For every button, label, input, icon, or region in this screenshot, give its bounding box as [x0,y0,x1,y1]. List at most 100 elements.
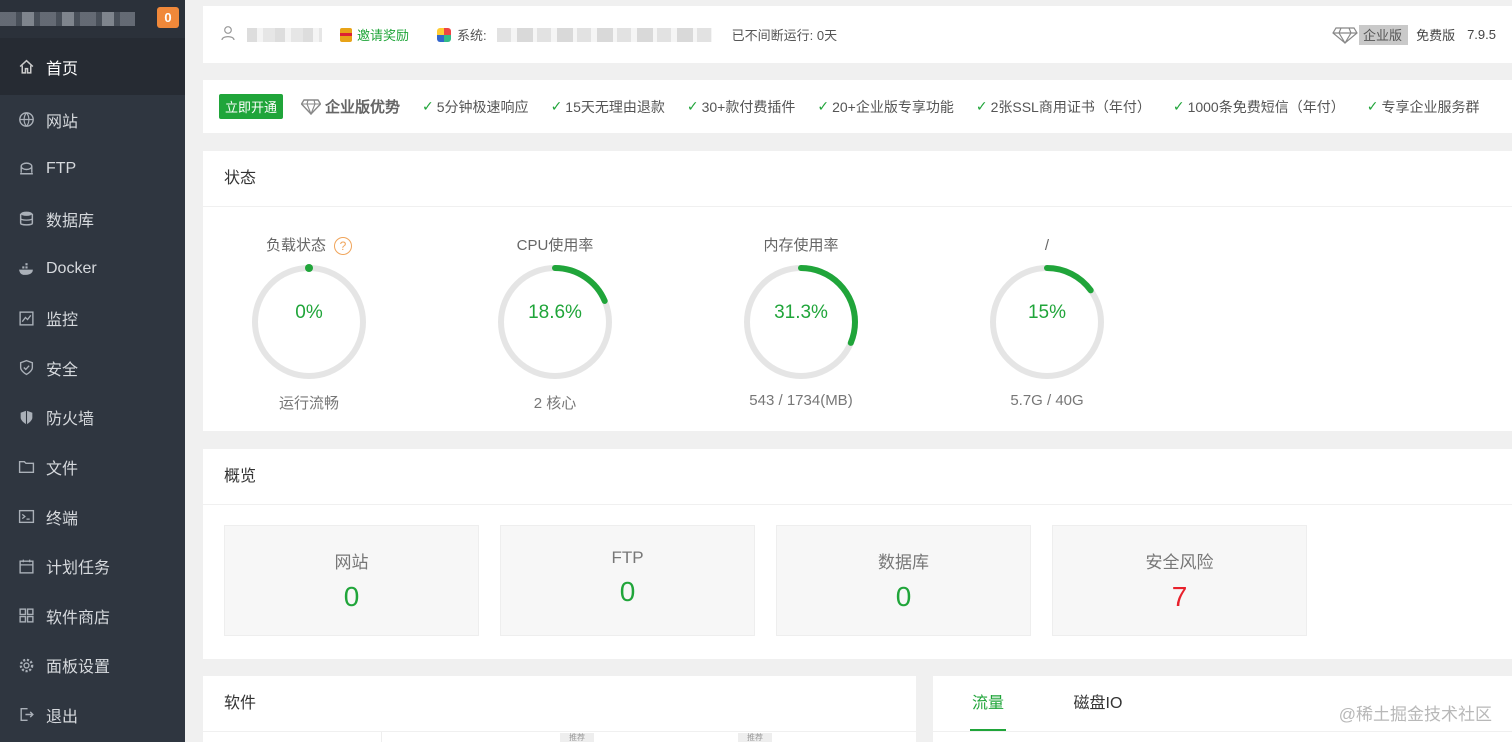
overview-title: 概览 [203,449,1512,505]
home-icon [18,58,35,75]
sidebar-item-files[interactable]: 文件 [0,442,185,492]
check-icon: ✓ [686,98,699,114]
uptime-text: 已不间断运行: 0天 [731,28,838,43]
check-icon: ✓ [422,98,434,114]
sidebar-item-ftp[interactable]: FTP [0,145,185,195]
shield-check-icon [18,359,35,376]
enterprise-badge[interactable]: 企业版 [1331,24,1409,45]
memory-gauge[interactable]: 内存使用率 31.3% 543 / 1734(MB) [736,207,866,409]
feature-label: 专享企业服务群 [1381,98,1480,115]
status-title: 状态 [203,151,1512,207]
sidebar-item-label: 数据库 [46,212,95,230]
free-edition-label: 免费版 [1416,28,1456,43]
feature-item: ✓ 30+款付费插件 [687,97,795,117]
gauge-title: CPU使用率 [516,237,594,254]
system-name-redacted [496,27,712,42]
feature-item: ✓ 2张SSL商用证书（年付） [976,97,1151,117]
feature-item: ✓ 5分钟极速响应 [422,97,529,117]
tab-disk-io[interactable]: 磁盘IO [1043,676,1153,731]
card-value: 0 [619,576,636,607]
sidebar-item-firewall[interactable]: 防火墙 [0,393,185,443]
feature-label: 1000条免费短信（年付） [1187,98,1345,115]
sidebar-item-label: FTP [46,160,77,178]
tab-traffic[interactable]: 流量 [933,676,1043,731]
card-label: FTP [611,548,644,567]
recommend-tag: 推荐 [738,733,772,742]
gauge-value: 0% [295,302,323,323]
gauge-value: 18.6% [528,302,582,323]
software-column-divider [381,732,382,742]
globe-icon [18,111,35,128]
gauge-value: 15% [1027,302,1067,323]
load-gauge[interactable]: 负载状态? 0% 运行流畅 [244,207,374,413]
watermark: @稀土掘金技术社区 [1338,705,1492,724]
overview-card-security-risk[interactable]: 安全风险 7 [1052,525,1307,636]
sidebar-item-label: 退出 [46,708,79,726]
sidebar-item-label: 监控 [46,312,79,330]
check-icon: ✓ [1366,98,1379,114]
feature-item: ✓ 20+企业版专享功能 [817,97,953,117]
card-value: 7 [1171,581,1188,612]
sidebar-item-settings[interactable]: 面板设置 [0,641,185,691]
sidebar-item-website[interactable]: 网站 [0,95,185,145]
sidebar-item-database[interactable]: 数据库 [0,194,185,244]
check-icon: ✓ [550,98,563,114]
feature-item: ✓ 专享企业服务群 [1367,97,1480,117]
check-icon: ✓ [975,98,988,114]
feature-item: ✓ 1000条免费短信（年付） [1173,97,1345,117]
overview-card-database[interactable]: 数据库 0 [776,525,1031,636]
sidebar-item-docker[interactable]: Docker [0,244,185,294]
sidebar-item-label: 软件商店 [46,609,111,627]
sidebar-item-terminal[interactable]: 终端 [0,492,185,542]
sidebar-item-home[interactable]: 首页 [0,38,185,95]
logout-icon [18,706,35,723]
invite-label: 邀请奖励 [357,28,410,43]
feature-label: 30+款付费插件 [701,98,796,115]
status-panel: 状态 负载状态? 0% 运行流畅 CPU使用率 18.6% 2 核心 内存使用率… [203,151,1512,431]
card-label: 安全风险 [1145,553,1214,572]
card-value: 0 [343,581,360,612]
help-icon[interactable]: ? [334,236,352,255]
sidebar-item-label: 安全 [46,361,79,379]
check-icon: ✓ [1172,98,1185,114]
disk-gauge[interactable]: / 15% 5.7G / 40G [982,207,1112,409]
gauge-subtext: 5.7G / 40G [1010,392,1084,409]
diamond-icon [1331,24,1360,45]
version-number[interactable]: 7.9.5 [1467,27,1496,42]
cpu-gauge[interactable]: CPU使用率 18.6% 2 核心 [490,207,620,413]
software-panel: 软件 推荐 推荐 [203,676,916,742]
sidebar: 0 首页 网站 FTP 数据库 Docker 监控 安全 防火墙 文件 终端 计… [0,0,185,742]
user-icon [221,25,235,44]
feature-label: 5分钟极速响应 [436,98,529,115]
enterprise-advantage: 企业版优势 [301,96,400,117]
system-info: 系统: [437,25,487,44]
calendar-icon [18,558,35,575]
gauge-subtext: 543 / 1734(MB) [749,392,853,409]
open-now-button[interactable]: 立即开通 [219,94,284,119]
sidebar-item-store[interactable]: 软件商店 [0,591,185,641]
sidebar-item-security[interactable]: 安全 [0,343,185,393]
notification-badge[interactable]: 0 [157,7,179,28]
feature-label: 20+企业版专享功能 [832,98,954,115]
sidebar-item-label: 文件 [46,460,79,478]
docker-icon [18,260,35,277]
invite-reward-link[interactable]: 邀请奖励 [340,25,409,44]
sidebar-item-monitor[interactable]: 监控 [0,293,185,343]
folder-icon [18,458,35,475]
sidebar-item-label: 计划任务 [46,560,111,578]
sidebar-item-label: 面板设置 [46,659,111,677]
sidebar-item-label: 首页 [46,60,79,78]
overview-card-website[interactable]: 网站 0 [224,525,479,636]
sidebar-item-cron[interactable]: 计划任务 [0,541,185,591]
firewall-icon [18,409,35,426]
enterprise-promo-bar: 立即开通 企业版优势 ✓ 5分钟极速响应 ✓ 15天无理由退款 ✓ 30+款付费插件 … [203,80,1512,133]
sidebar-item-logout[interactable]: 退出 [0,690,185,740]
overview-panel: 概览 网站 0 FTP 0 数据库 0 安全风险 7 [203,449,1512,659]
diamond-icon [301,98,322,115]
gauge-title: / [1044,237,1050,254]
feature-item: ✓ 15天无理由退款 [551,97,665,117]
overview-card-ftp[interactable]: FTP 0 [500,525,755,636]
sidebar-header: 0 [0,0,185,38]
version-info: 企业版 免费版 7.9.5 [1331,24,1496,45]
enterprise-label: 企业版 [1363,28,1403,43]
